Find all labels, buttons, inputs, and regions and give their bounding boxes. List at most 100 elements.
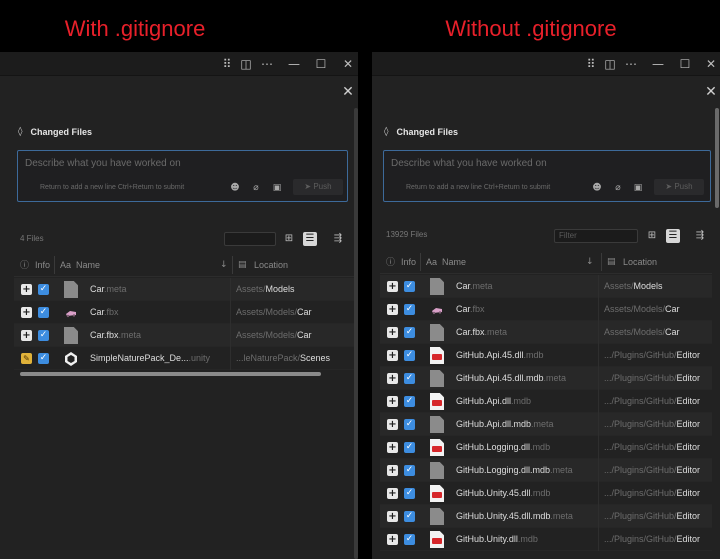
close-panel-icon[interactable]: ✕ — [703, 84, 719, 100]
file-row[interactable]: + ✓ Car.meta Assets/Models — [380, 275, 712, 298]
file-row[interactable]: + ✓ Car.meta Assets/Models — [14, 278, 354, 301]
col-location[interactable]: Location — [623, 257, 657, 267]
filter-input[interactable] — [224, 232, 276, 246]
emoji-icon[interactable]: ☻ — [229, 182, 241, 194]
push-button[interactable]: ➤ Push — [293, 179, 343, 195]
group-options-icon[interactable]: ⇶ — [331, 232, 345, 246]
include-checkbox[interactable]: ✓ — [404, 465, 415, 476]
emoji-icon[interactable]: ☻ — [591, 182, 603, 194]
minimize-icon[interactable]: — — [650, 56, 666, 72]
file-row[interactable]: ✎ ✓ SimpleNaturePack_De....unity ...leNatur… — [14, 347, 354, 370]
list-view-icon[interactable]: ☰ — [666, 229, 680, 243]
file-list: + ✓ Car.meta Assets/Models + ✓ Car.fbx Assets/M… — [380, 275, 712, 551]
col-name[interactable]: Name — [76, 260, 100, 270]
location-folder: Editor — [676, 465, 701, 475]
location-folder: Editor — [676, 350, 701, 360]
doc-icon — [430, 462, 444, 479]
doc-icon — [430, 278, 444, 295]
maximize-icon[interactable]: ☐ — [677, 56, 693, 72]
file-row[interactable]: + ✓ GitHub.Unity.45.dll.mdb.meta .../Plugin… — [380, 505, 712, 528]
file-row[interactable]: + ✓ GitHub.Unity.45.dll.mdb .../Plugins/Git… — [380, 482, 712, 505]
location-folder: Car — [665, 304, 680, 314]
column-divider[interactable] — [54, 256, 55, 274]
cell-divider — [598, 367, 599, 390]
close-panel-icon[interactable]: ✕ — [340, 84, 356, 100]
list-view-icon[interactable]: ☰ — [303, 232, 317, 246]
window-close-icon[interactable]: ✕ — [703, 56, 719, 72]
location-dir: .../Plugins/GitHub/ — [604, 442, 677, 452]
file-row[interactable]: + ✓ GitHub.Logging.dll.mdb.meta .../Plugins… — [380, 459, 712, 482]
group-options-icon[interactable]: ⇶ — [693, 229, 707, 243]
sidebar-toggle-icon[interactable]: ◫ — [238, 56, 254, 72]
sidebar-toggle-icon[interactable]: ◫ — [602, 56, 618, 72]
file-name: GitHub.Api.45.dll.mdb — [456, 350, 544, 360]
include-checkbox[interactable]: ✓ — [404, 488, 415, 499]
col-info[interactable]: Info — [401, 257, 416, 267]
file-extension: .meta — [484, 327, 508, 337]
sort-arrow-icon[interactable]: ↓ — [220, 260, 228, 270]
description-input[interactable]: Describe what you have worked on Return … — [383, 150, 711, 202]
file-row[interactable]: + ✓ GitHub.Api.dll.mdb .../Plugins/GitHub/E… — [380, 390, 712, 413]
cell-divider — [230, 324, 231, 347]
include-checkbox[interactable]: ✓ — [38, 307, 49, 318]
description-input[interactable]: Describe what you have worked on Return … — [17, 150, 348, 202]
push-button[interactable]: ➤ Push — [654, 179, 704, 195]
include-checkbox[interactable]: ✓ — [404, 511, 415, 522]
filter-input[interactable]: Filter — [554, 229, 638, 243]
info-icon: ⓘ — [20, 261, 30, 271]
drag-handle-icon[interactable]: ⠿ — [219, 56, 235, 72]
include-checkbox[interactable]: ✓ — [404, 442, 415, 453]
file-location: .../Plugins/GitHub/Editor — [604, 465, 700, 475]
grid-view-icon[interactable]: ⊞ — [645, 229, 659, 243]
sort-arrow-icon[interactable]: ↓ — [586, 257, 594, 267]
col-name-case-toggle[interactable]: Aa — [426, 257, 437, 267]
file-row[interactable]: + ✓ Car.fbx.meta Assets/Models/Car — [380, 321, 712, 344]
file-location: .../Plugins/GitHub/Editor — [604, 396, 700, 406]
column-divider[interactable] — [601, 253, 602, 271]
col-name-case-toggle[interactable]: Aa — [60, 260, 71, 270]
file-base-name: Car — [456, 304, 471, 314]
col-location[interactable]: Location — [254, 260, 288, 270]
drag-handle-icon[interactable]: ⠿ — [583, 56, 599, 72]
added-status-icon: + — [387, 419, 398, 430]
file-row[interactable]: + ✓ Car.fbx.meta Assets/Models/Car — [14, 324, 354, 347]
vertical-scrollbar[interactable] — [354, 108, 358, 559]
include-checkbox[interactable]: ✓ — [404, 350, 415, 361]
minimize-icon[interactable]: — — [286, 56, 302, 72]
more-options-icon[interactable]: ⋯ — [623, 56, 639, 72]
include-checkbox[interactable]: ✓ — [38, 284, 49, 295]
changed-files-title: Changed Files — [30, 127, 92, 137]
file-row[interactable]: + ✓ Car.fbx Assets/Models/Car — [14, 301, 354, 324]
file-row[interactable]: + ✓ GitHub.Logging.dll.mdb .../Plugins/GitH… — [380, 436, 712, 459]
attach-icon[interactable]: ⌀ — [612, 182, 624, 194]
changed-files-header: ◊ Changed Files — [384, 124, 458, 140]
include-checkbox[interactable]: ✓ — [404, 373, 415, 384]
file-row[interactable]: + ✓ Car.fbx Assets/Models/Car — [380, 298, 712, 321]
column-divider[interactable] — [232, 256, 233, 274]
include-checkbox[interactable]: ✓ — [404, 419, 415, 430]
added-status-icon: + — [21, 307, 32, 318]
file-row[interactable]: + ✓ GitHub.Unity.dll.mdb .../Plugins/GitHub… — [380, 528, 712, 551]
more-options-icon[interactable]: ⋯ — [259, 56, 275, 72]
include-checkbox[interactable]: ✓ — [404, 534, 415, 545]
include-checkbox[interactable]: ✓ — [404, 281, 415, 292]
horizontal-scrollbar[interactable] — [20, 372, 321, 376]
attach-icon[interactable]: ⌀ — [250, 182, 262, 194]
include-checkbox[interactable]: ✓ — [404, 396, 415, 407]
ai-assist-icon[interactable]: ▣ — [632, 182, 644, 194]
maximize-icon[interactable]: ☐ — [313, 56, 329, 72]
file-row[interactable]: + ✓ GitHub.Api.dll.mdb.meta .../Plugins/Git… — [380, 413, 712, 436]
ai-assist-icon[interactable]: ▣ — [271, 182, 283, 194]
file-row[interactable]: + ✓ GitHub.Api.45.dll.mdb.meta .../Plugins/… — [380, 367, 712, 390]
col-name[interactable]: Name — [442, 257, 466, 267]
include-checkbox[interactable]: ✓ — [38, 353, 49, 364]
window-close-icon[interactable]: ✕ — [340, 56, 356, 72]
include-checkbox[interactable]: ✓ — [38, 330, 49, 341]
grid-view-icon[interactable]: ⊞ — [282, 232, 296, 246]
file-row[interactable]: + ✓ GitHub.Api.45.dll.mdb .../Plugins/GitHu… — [380, 344, 712, 367]
vertical-scrollbar[interactable] — [715, 108, 719, 208]
column-divider[interactable] — [420, 253, 421, 271]
include-checkbox[interactable]: ✓ — [404, 327, 415, 338]
col-info[interactable]: Info — [35, 260, 50, 270]
include-checkbox[interactable]: ✓ — [404, 304, 415, 315]
